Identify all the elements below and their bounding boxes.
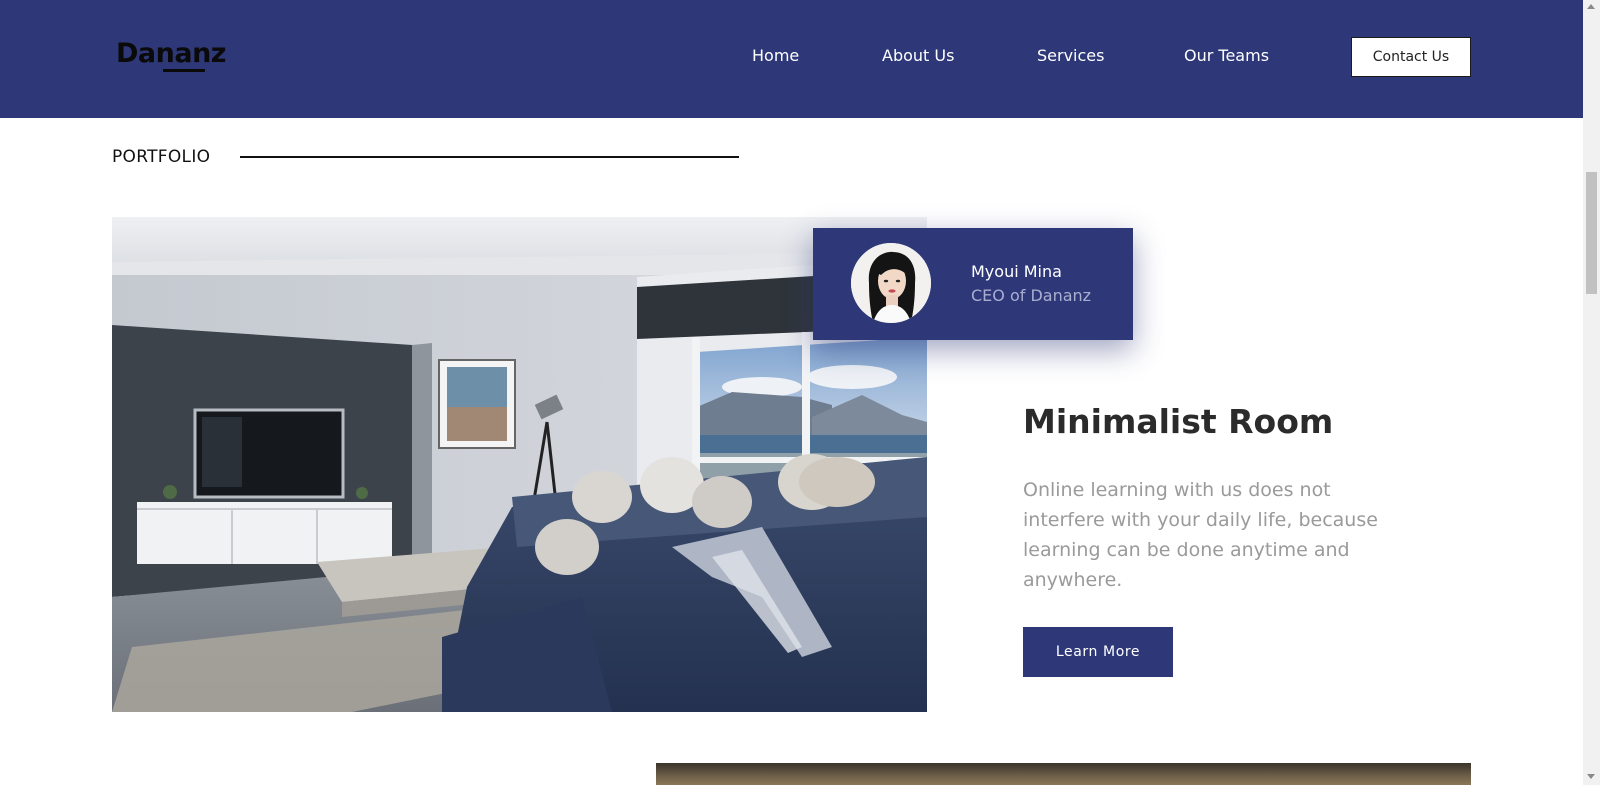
profile-avatar	[851, 243, 931, 323]
next-portfolio-image	[656, 763, 1471, 785]
profile-name: Myoui Mina	[971, 262, 1062, 281]
scrollbar-thumb[interactable]	[1586, 172, 1597, 294]
logo-underline	[163, 69, 205, 72]
section-divider	[240, 156, 739, 158]
nav-about-us[interactable]: About Us	[882, 46, 954, 65]
site-header: Dananz Home About Us Services Our Teams …	[0, 0, 1583, 118]
page-scrollbar[interactable]	[1583, 0, 1600, 785]
scroll-up-arrow-icon[interactable]	[1587, 4, 1595, 9]
section-label: PORTFOLIO	[112, 147, 211, 167]
learn-more-button[interactable]: Learn More	[1023, 627, 1173, 677]
nav-our-teams[interactable]: Our Teams	[1184, 46, 1269, 65]
portfolio-image	[112, 217, 927, 712]
profile-card: Myoui Mina CEO of Dananz	[813, 228, 1133, 340]
feature-title: Minimalist Room	[1023, 402, 1334, 441]
feature-description: Online learning with us does not interfe…	[1023, 479, 1378, 591]
scroll-down-arrow-icon[interactable]	[1587, 774, 1595, 779]
nav-services[interactable]: Services	[1037, 46, 1104, 65]
profile-role: CEO of Dananz	[971, 286, 1092, 305]
nav-home[interactable]: Home	[752, 46, 799, 65]
brand-logo[interactable]: Dananz	[116, 38, 227, 69]
contact-us-button[interactable]: Contact Us	[1351, 37, 1471, 77]
